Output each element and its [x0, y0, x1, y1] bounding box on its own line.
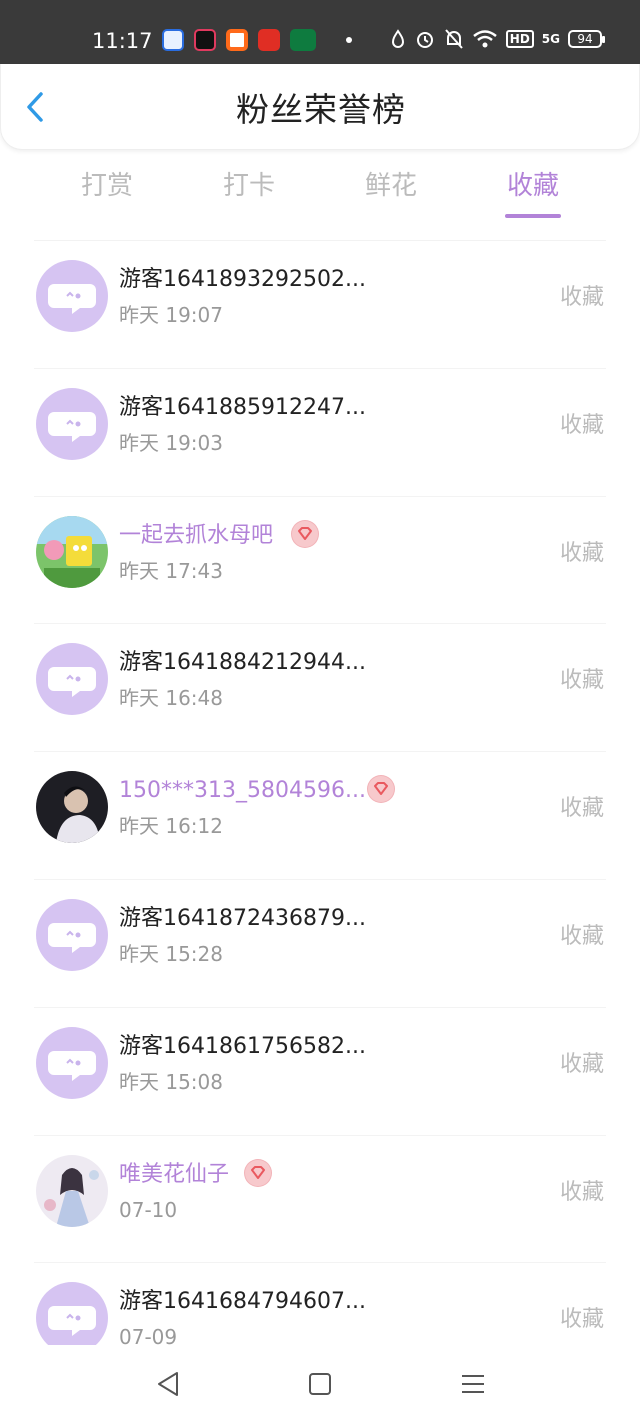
- cartoon-photo-avatar-icon: [36, 515, 108, 588]
- shopping-app-icon: [226, 29, 248, 51]
- mute-bell-icon: [445, 29, 463, 49]
- list-item[interactable]: 游客1641893292502... 昨天 19:07 收藏: [0, 241, 640, 369]
- chat-bubble-icon: [48, 1050, 96, 1081]
- fan-list[interactable]: 游客1641893292502... 昨天 19:07 收藏 游客1641885…: [0, 241, 640, 1345]
- vip-badge: [367, 775, 395, 804]
- tab-checkin[interactable]: 打卡: [189, 168, 309, 204]
- time-label: 昨天 16:48: [119, 686, 223, 711]
- action-label: 收藏: [559, 540, 604, 566]
- avatar[interactable]: [36, 1282, 108, 1345]
- action-label: 收藏: [559, 1051, 604, 1077]
- status-time: 11:17: [92, 29, 153, 53]
- list-item[interactable]: 游客1641872436879... 昨天 15:28 收藏: [0, 880, 640, 1008]
- action-label: 收藏: [559, 796, 604, 822]
- user-name: 游客1641872436879...: [119, 905, 366, 931]
- dark-photo-avatar-icon: [36, 771, 108, 844]
- avatar[interactable]: [36, 260, 108, 332]
- list-item[interactable]: 游客1641884212944... 昨天 16:48 收藏: [0, 624, 640, 753]
- list-item[interactable]: 一起去抓水母吧 昨天 17:43 收藏: [0, 497, 640, 625]
- action-label: 收藏: [559, 1307, 604, 1333]
- time-label: 07-10: [119, 1197, 178, 1222]
- list-item[interactable]: 游客1641861756582... 昨天 15:08 收藏: [0, 1008, 640, 1136]
- diamond-icon: [245, 1159, 271, 1186]
- drop-icon: [391, 29, 404, 48]
- chat-bubble-icon: [48, 922, 96, 953]
- user-name: 游客1641884212944...: [119, 650, 366, 676]
- alarm-icon: [416, 32, 433, 48]
- user-name: 唯美花仙子: [119, 1161, 230, 1187]
- list-item[interactable]: 唯美花仙子 07-10 收藏: [0, 1136, 640, 1264]
- avatar[interactable]: [36, 643, 108, 716]
- action-label: 收藏: [559, 285, 604, 310]
- user-name: 游客1641893292502...: [119, 267, 366, 292]
- tab-bar: 打赏 打卡 鲜花 收藏: [0, 160, 640, 230]
- action-label: 收藏: [559, 668, 604, 694]
- tab-reward[interactable]: 打赏: [47, 168, 167, 204]
- action-label: 收藏: [559, 1179, 604, 1205]
- more-notifications-dot: [346, 37, 352, 43]
- time-label: 昨天 15:08: [119, 1069, 223, 1094]
- system-icons: HD 5G 94: [390, 28, 605, 50]
- time-label: 昨天 15:28: [119, 941, 223, 966]
- hd-icon: HD: [505, 30, 534, 48]
- user-name: 150***313_5804596...: [119, 778, 366, 804]
- oppo-app-icon: [290, 29, 316, 51]
- avatar[interactable]: [36, 1026, 108, 1099]
- avatar[interactable]: [36, 771, 108, 844]
- diamond-icon: [368, 776, 394, 803]
- time-label: 昨天 19:07: [119, 303, 223, 327]
- list-item[interactable]: 游客1641684794607... 07-09 收藏: [0, 1263, 640, 1345]
- avatar[interactable]: [36, 515, 108, 588]
- avatar[interactable]: [36, 387, 108, 460]
- list-item[interactable]: 150***313_5804596... 昨天 16:12 收藏: [0, 752, 640, 880]
- fairy-photo-avatar-icon: [36, 1154, 108, 1227]
- nav-home-icon[interactable]: [305, 1369, 335, 1399]
- time-label: 昨天 17:43: [119, 558, 223, 583]
- time-label: 07-09: [119, 1325, 178, 1345]
- action-label: 收藏: [559, 923, 604, 949]
- chat-bubble-icon: [48, 411, 96, 442]
- nav-menu-icon[interactable]: [458, 1369, 488, 1399]
- system-nav-bar: [0, 1345, 640, 1422]
- page-title: 粉丝荣誉榜: [236, 90, 406, 129]
- chat-bubble-icon: [48, 667, 96, 698]
- tiktok-app-icon: [194, 29, 216, 51]
- status-bar: 11:17 HD 5G 94: [0, 0, 640, 64]
- tab-flowers[interactable]: 鲜花: [331, 168, 451, 204]
- action-label: 收藏: [559, 412, 604, 438]
- vip-badge: [291, 519, 319, 548]
- chat-bubble-icon: [48, 284, 96, 314]
- avatar[interactable]: [36, 898, 108, 971]
- wifi-icon: [472, 30, 497, 48]
- time-label: 昨天 19:03: [119, 430, 223, 455]
- avatar[interactable]: [36, 1154, 108, 1227]
- baidu-app-icon: [162, 29, 184, 51]
- active-tab-indicator: [505, 214, 561, 218]
- diamond-icon: [292, 520, 318, 547]
- battery-icon: 94: [568, 30, 605, 48]
- signal-5g-icon: 5G: [541, 32, 560, 46]
- chat-bubble-icon: [48, 1306, 96, 1337]
- pinduoduo-app-icon: [258, 29, 280, 51]
- header: 粉丝荣誉榜: [0, 64, 640, 150]
- user-name: 一起去抓水母吧: [119, 522, 274, 548]
- user-name: 游客1641861756582...: [119, 1033, 366, 1059]
- vip-badge: [244, 1158, 272, 1187]
- nav-back-icon[interactable]: [153, 1369, 183, 1399]
- notification-icons: [162, 29, 352, 51]
- user-name: 游客1641885912247...: [119, 394, 366, 420]
- time-label: 昨天 16:12: [119, 814, 223, 839]
- tab-favorites[interactable]: 收藏: [473, 168, 593, 204]
- list-item[interactable]: 游客1641885912247... 昨天 19:03 收藏: [0, 369, 640, 497]
- user-name: 游客1641684794607...: [119, 1289, 366, 1315]
